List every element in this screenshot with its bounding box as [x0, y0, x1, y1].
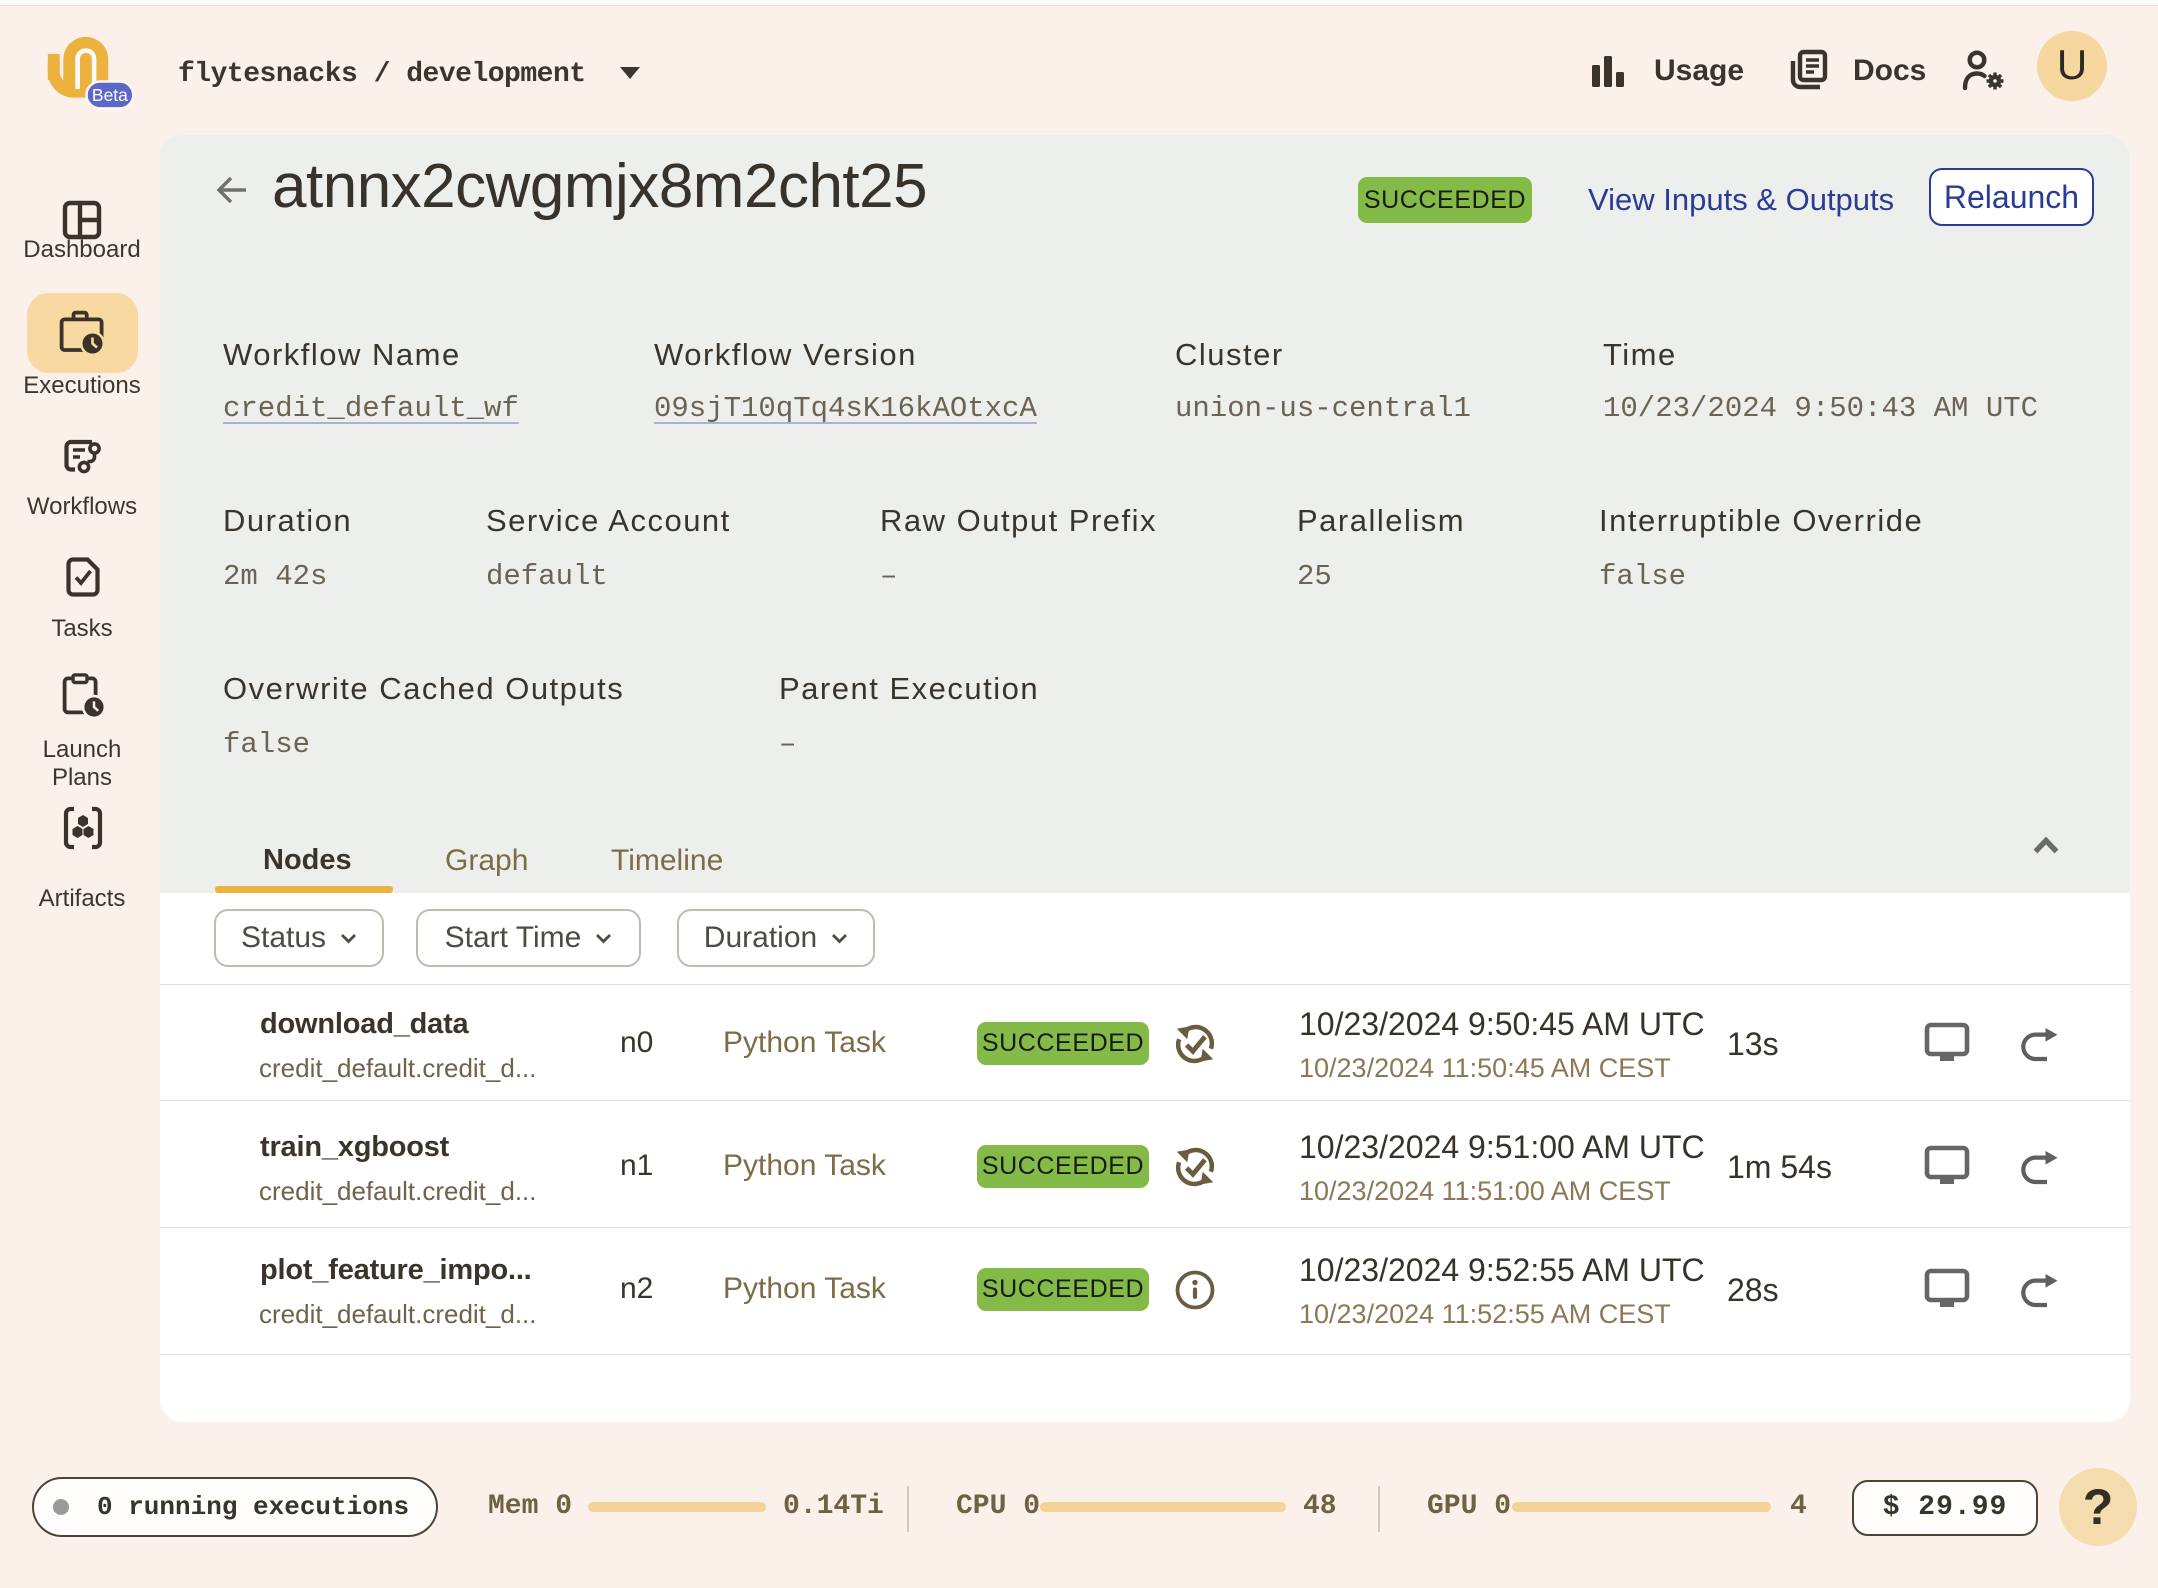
svg-text:Beta: Beta — [92, 85, 128, 105]
